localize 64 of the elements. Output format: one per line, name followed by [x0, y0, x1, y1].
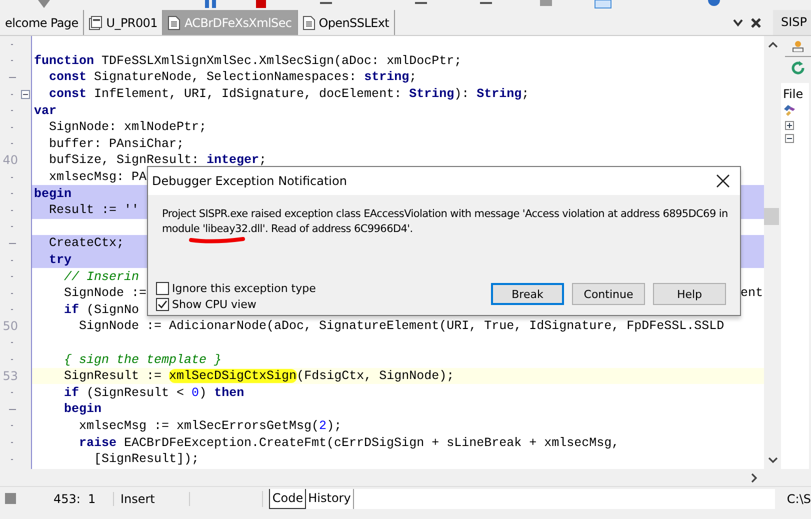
line-number: 40: [2, 153, 18, 168]
code-line: // Inserin: [63, 270, 140, 284]
code-line: function TDFeSSLXmlSignXmlSec.XmlSecSign(aDoc: xmlDocPtr;: [34, 54, 462, 68]
code-line: [SignResult]);: [93, 452, 200, 466]
scroll-down-icon[interactable]: [768, 457, 778, 464]
code-line: Result := '': [48, 203, 140, 218]
dialog-button[interactable]: Help: [653, 283, 726, 305]
code-line: { sign the template }: [63, 352, 222, 367]
code-line: if (SignNo: [63, 302, 140, 317]
dialog-button[interactable]: Break: [491, 283, 564, 305]
editor-tab[interactable]: OpenSSLExt: [298, 10, 396, 35]
line-marker: [9, 76, 16, 78]
collapse-icon[interactable]: [785, 134, 795, 144]
status-indicator-icon: [5, 493, 16, 504]
line-marker: [9, 408, 16, 410]
checkbox[interactable]: [156, 282, 169, 295]
view-tab[interactable]: Code: [269, 488, 306, 508]
line-number: 53: [2, 369, 18, 384]
code-line: xmlsecMsg := xmlSecErrorsGetMsg(2);: [78, 418, 342, 433]
panel-tab[interactable]: File: [783, 87, 809, 101]
editor-tab[interactable]: elcome Page: [0, 10, 84, 35]
code-line: buffer: PAnsiChar;: [48, 136, 184, 151]
code-line: SignResult := xmlSecDSigCtxSign(FdsigCtx, SignNode);: [63, 369, 454, 384]
document-icon: [302, 16, 315, 30]
line-number: 50: [2, 319, 18, 334]
view-tab[interactable]: History: [306, 488, 354, 508]
refresh-icon[interactable]: [791, 61, 805, 75]
code-fragment: ent: [740, 286, 763, 300]
code-line: CreateCtx;: [48, 236, 124, 250]
collapse-icon[interactable]: [20, 90, 30, 99]
file-path: C:\S: [786, 492, 811, 506]
line-marker: [9, 242, 16, 244]
code-line: const InfElement, URI, IdSignature, docElement: String): String;: [48, 87, 530, 102]
code-line: SignNode :=: [63, 286, 147, 300]
scroll-up-icon[interactable]: [768, 41, 778, 48]
code-line: raise EACBrDFeException.CreateFmt(cErrDSigSign + sLineBreak + xmlsecMsg,: [78, 436, 620, 450]
code-line: const SignatureNode, SelectionNamespaces: string;: [48, 70, 417, 84]
code-line: try: [48, 253, 72, 268]
checkbox-label: Show CPU view: [172, 298, 256, 311]
close-icon[interactable]: [751, 18, 761, 28]
code-line: bufSize, SignResult: integer;: [48, 153, 267, 168]
edit-mode: Insert: [114, 492, 190, 506]
scroll-right-icon[interactable]: [751, 472, 758, 482]
code-line: if (SignResult < 0) then: [63, 386, 244, 400]
panel-title: SISP: [773, 10, 811, 35]
expand-icon[interactable]: [785, 121, 795, 131]
dialog-title: Debugger Exception Notification: [152, 174, 347, 188]
checkbox-label: Ignore this exception type: [172, 282, 316, 295]
document-icon: [168, 16, 180, 30]
code-line: SignNode: xmlNodePtr;: [48, 120, 207, 134]
form-file-icon: [89, 16, 102, 30]
close-icon[interactable]: [716, 174, 730, 188]
dialog-button[interactable]: Continue: [572, 283, 645, 305]
underline-mark: [188, 236, 246, 244]
scroll-thumb[interactable]: [764, 208, 779, 225]
checkbox[interactable]: [156, 298, 169, 311]
code-line: var: [34, 104, 57, 118]
dropdown-icon[interactable]: [733, 18, 743, 26]
cursor-position: 453: 1: [36, 492, 114, 506]
code-line: xmlsecMsg: PA: [48, 170, 147, 184]
code-line: begin: [34, 186, 72, 201]
error-message: Project SISPR.exe raised exception class EAccessViolation with message 'Access violation at address 6895DC69 in module 'libeay32.dll'. Read of address 6C9966D4'.: [162, 207, 729, 237]
code-line: begin: [63, 402, 102, 416]
code-line: SignNode := AdicionarNode(aDoc, SignatureElement(URI, True, IdSignature, FpDFeSSL.SSLD: [78, 319, 724, 334]
